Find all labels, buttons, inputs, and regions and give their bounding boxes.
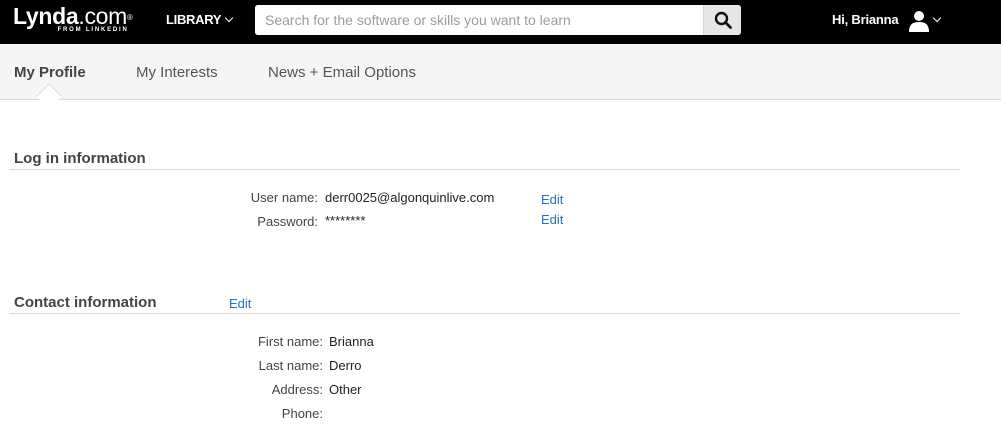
active-tab-indicator: [36, 83, 62, 109]
password-value: ********: [325, 213, 366, 228]
address-label: Address:: [271, 382, 323, 397]
search-input[interactable]: [255, 5, 703, 35]
edit-contact-link[interactable]: Edit: [229, 296, 251, 311]
first-name-value: Brianna: [329, 334, 374, 349]
username-label: User name:: [250, 190, 318, 205]
profile-tabs: My Profile My Interests News + Email Opt…: [0, 44, 1001, 109]
search-button[interactable]: [703, 5, 741, 35]
user-icon: [909, 11, 929, 32]
contact-section-title: Contact information: [14, 294, 157, 311]
section-divider: [9, 313, 960, 314]
search-bar: [255, 5, 741, 35]
first-name-label: First name:: [257, 334, 323, 349]
chevron-down-icon: [932, 13, 942, 23]
tab-news-email-options[interactable]: News + Email Options: [268, 64, 416, 81]
logo-wordmark: Lynda.com®: [13, 3, 133, 29]
phone-label: Phone:: [281, 406, 323, 421]
last-name-label: Last name:: [258, 358, 323, 373]
address-value: Other: [329, 382, 362, 397]
user-greeting: Hi, Brianna: [832, 12, 899, 27]
top-navigation-bar: Lynda.com® FROM LINKEDIN LIBRARY Hi, Bri…: [0, 0, 1001, 44]
login-section-title: Log in information: [14, 150, 146, 167]
user-account-menu[interactable]: [908, 8, 944, 34]
username-value: derr0025@algonquinlive.com: [325, 190, 495, 205]
tab-my-profile[interactable]: My Profile: [14, 64, 86, 81]
edit-password-link[interactable]: Edit: [541, 212, 563, 227]
password-label: Password:: [257, 214, 318, 229]
tab-my-interests[interactable]: My Interests: [136, 64, 218, 81]
lynda-logo[interactable]: Lynda.com® FROM LINKEDIN: [13, 2, 133, 33]
edit-username-link[interactable]: Edit: [541, 192, 563, 207]
library-menu-button[interactable]: LIBRARY: [166, 12, 234, 27]
library-label: LIBRARY: [166, 12, 222, 27]
search-icon: [714, 11, 732, 29]
chevron-down-icon: [224, 13, 234, 22]
section-divider: [9, 169, 960, 170]
last-name-value: Derro: [329, 358, 362, 373]
